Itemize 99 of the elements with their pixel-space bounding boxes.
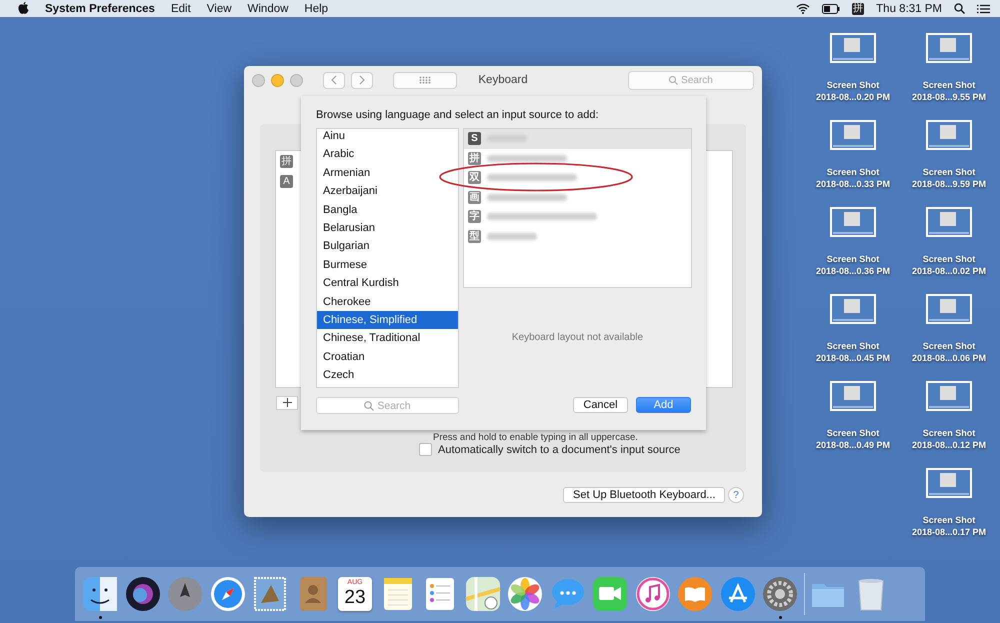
gear-icon[interactable]	[761, 575, 799, 613]
input-source-row[interactable]: 双	[464, 168, 691, 188]
menu-clock[interactable]: Thu 8:31 PM	[876, 2, 942, 14]
menu-item[interactable]: View	[206, 2, 232, 14]
language-item[interactable]: Czech	[317, 366, 458, 384]
file-name[interactable]: Screen Shot 2018-08...0.06 PM	[912, 340, 986, 364]
language-item[interactable]: Belarusian	[317, 218, 458, 238]
cancel-button[interactable]: Cancel	[573, 397, 628, 413]
file-name[interactable]: Screen Shot 2018-08...0.20 PM	[816, 79, 890, 103]
close-button[interactable]	[252, 74, 265, 86]
language-item[interactable]: Bulgarian	[317, 237, 458, 256]
help-button[interactable]: ?	[728, 487, 744, 503]
face-icon[interactable]	[81, 575, 119, 613]
menu-list-icon[interactable]	[977, 4, 990, 14]
menu-app-name[interactable]: System Preferences	[45, 2, 155, 14]
screenshot-thumbnail-icon	[830, 381, 876, 411]
screenshot-thumbnail-icon	[926, 207, 972, 237]
running-indicator	[778, 616, 782, 619]
app-store-icon[interactable]	[718, 575, 756, 613]
input-source-icon: 拼	[468, 152, 481, 165]
blurred-text	[487, 232, 537, 240]
file-name[interactable]: Screen Shot 2018-08...0.02 PM	[912, 253, 986, 277]
zoom-button[interactable]	[290, 74, 303, 86]
screenshot-thumbnail-icon	[926, 468, 972, 498]
input-source-icon: A	[280, 175, 293, 188]
stamp-icon[interactable]	[251, 575, 289, 613]
video-camera-icon[interactable]	[591, 575, 629, 613]
window-title: Keyboard	[478, 74, 528, 86]
language-item[interactable]: Cherokee	[317, 292, 458, 311]
language-item[interactable]: Central Kurdish	[317, 274, 458, 293]
language-item[interactable]: Azerbaijani	[317, 182, 458, 201]
language-item[interactable]: Croatian	[317, 348, 458, 366]
hint-text: Press and hold to enable typing in all uppercase.	[433, 432, 638, 443]
input-source-icon: 型	[468, 230, 481, 243]
input-source-row[interactable]: 画	[464, 188, 691, 207]
file-name[interactable]: Screen Shot 2018-08...0.45 PM	[816, 340, 890, 364]
checkbox[interactable]	[419, 443, 432, 456]
battery-icon[interactable]	[822, 4, 840, 14]
checkbox-label: Automatically switch to a document's input source	[438, 444, 680, 456]
rocket-icon[interactable]	[166, 575, 204, 613]
input-source-icon: S	[468, 132, 481, 146]
screenshot-thumbnail-icon	[830, 120, 876, 150]
menu-item[interactable]: Help	[304, 2, 328, 14]
chevron-left-icon	[331, 75, 337, 85]
file-name[interactable]: Screen Shot 2018-08...9.59 PM	[912, 166, 986, 190]
input-source-icon: 画	[468, 190, 481, 204]
apple-logo-icon[interactable]	[18, 2, 29, 15]
file-name[interactable]: Screen Shot 2018-08...0.12 PM	[912, 427, 986, 451]
language-item[interactable]: Chinese, Simplified	[317, 310, 458, 330]
input-source-row[interactable]: 拼	[464, 148, 691, 168]
language-item[interactable]: Burmese	[317, 256, 458, 274]
screenshot-thumbnail-icon	[926, 381, 972, 411]
file-name[interactable]: Screen Shot 2018-08...0.33 PM	[816, 166, 890, 190]
music-note-icon[interactable]	[634, 575, 672, 613]
screenshot-thumbnail-icon	[830, 207, 876, 237]
input-source-icon: 双	[468, 171, 481, 184]
search-icon[interactable]	[954, 3, 965, 14]
chevron-right-icon	[359, 75, 365, 85]
show-all-button[interactable]	[393, 72, 457, 88]
add-button[interactable]	[276, 396, 298, 410]
orb-icon[interactable]	[124, 575, 162, 613]
input-source-icon: 字	[468, 210, 481, 224]
forward-button[interactable]	[351, 72, 373, 88]
layout-message: Keyboard layout not available	[510, 332, 644, 343]
language-item[interactable]: Chinese, Traditional	[317, 329, 458, 348]
back-button[interactable]	[323, 72, 345, 88]
sheet-prompt: Browse using language and select an input source to add:	[316, 109, 599, 121]
bluetooth-setup-button[interactable]: Set Up Bluetooth Keyboard...	[563, 487, 726, 503]
input-source-row[interactable]: 型	[464, 226, 691, 246]
language-item[interactable]: Ainu	[317, 129, 458, 146]
file-name[interactable]: Screen Shot 2018-08...0.36 PM	[816, 253, 890, 277]
file-name[interactable]: Screen Shot 2018-08...0.49 PM	[816, 427, 890, 451]
language-item[interactable]: Bangla	[317, 200, 458, 219]
grid-icon	[419, 76, 431, 84]
running-indicator	[98, 616, 102, 619]
input-source-row[interactable]: 字	[464, 207, 691, 226]
flower-icon[interactable]	[506, 575, 544, 613]
screenshot-thumbnail-icon	[830, 294, 876, 324]
screenshot-thumbnail-icon	[926, 294, 972, 324]
file-name[interactable]: Screen Shot 2018-08...0.17 PM	[912, 514, 986, 538]
screenshot-thumbnail-icon	[926, 120, 972, 150]
menu-item[interactable]: Window	[248, 2, 288, 14]
input-source-icon: 拼	[280, 155, 293, 168]
menu-item[interactable]: Edit	[170, 2, 191, 14]
wifi-icon[interactable]	[796, 3, 810, 14]
search-icon	[364, 400, 374, 410]
map-icon[interactable]	[464, 575, 502, 613]
input-source-row[interactable]: S	[464, 129, 691, 148]
input-method-badge[interactable]: 拼	[852, 2, 864, 14]
screenshot-thumbnail-icon	[926, 33, 972, 63]
plus-icon	[282, 398, 292, 407]
screenshot-thumbnail-icon	[830, 33, 876, 63]
language-item[interactable]: Arabic	[317, 145, 458, 164]
search-icon	[669, 76, 678, 84]
minimize-button[interactable]	[271, 74, 284, 86]
file-name[interactable]: Screen Shot 2018-08...9.55 PM	[912, 79, 986, 103]
open-book-icon[interactable]	[676, 575, 714, 613]
compass-icon[interactable]	[208, 575, 246, 613]
language-item[interactable]: Armenian	[317, 164, 458, 182]
